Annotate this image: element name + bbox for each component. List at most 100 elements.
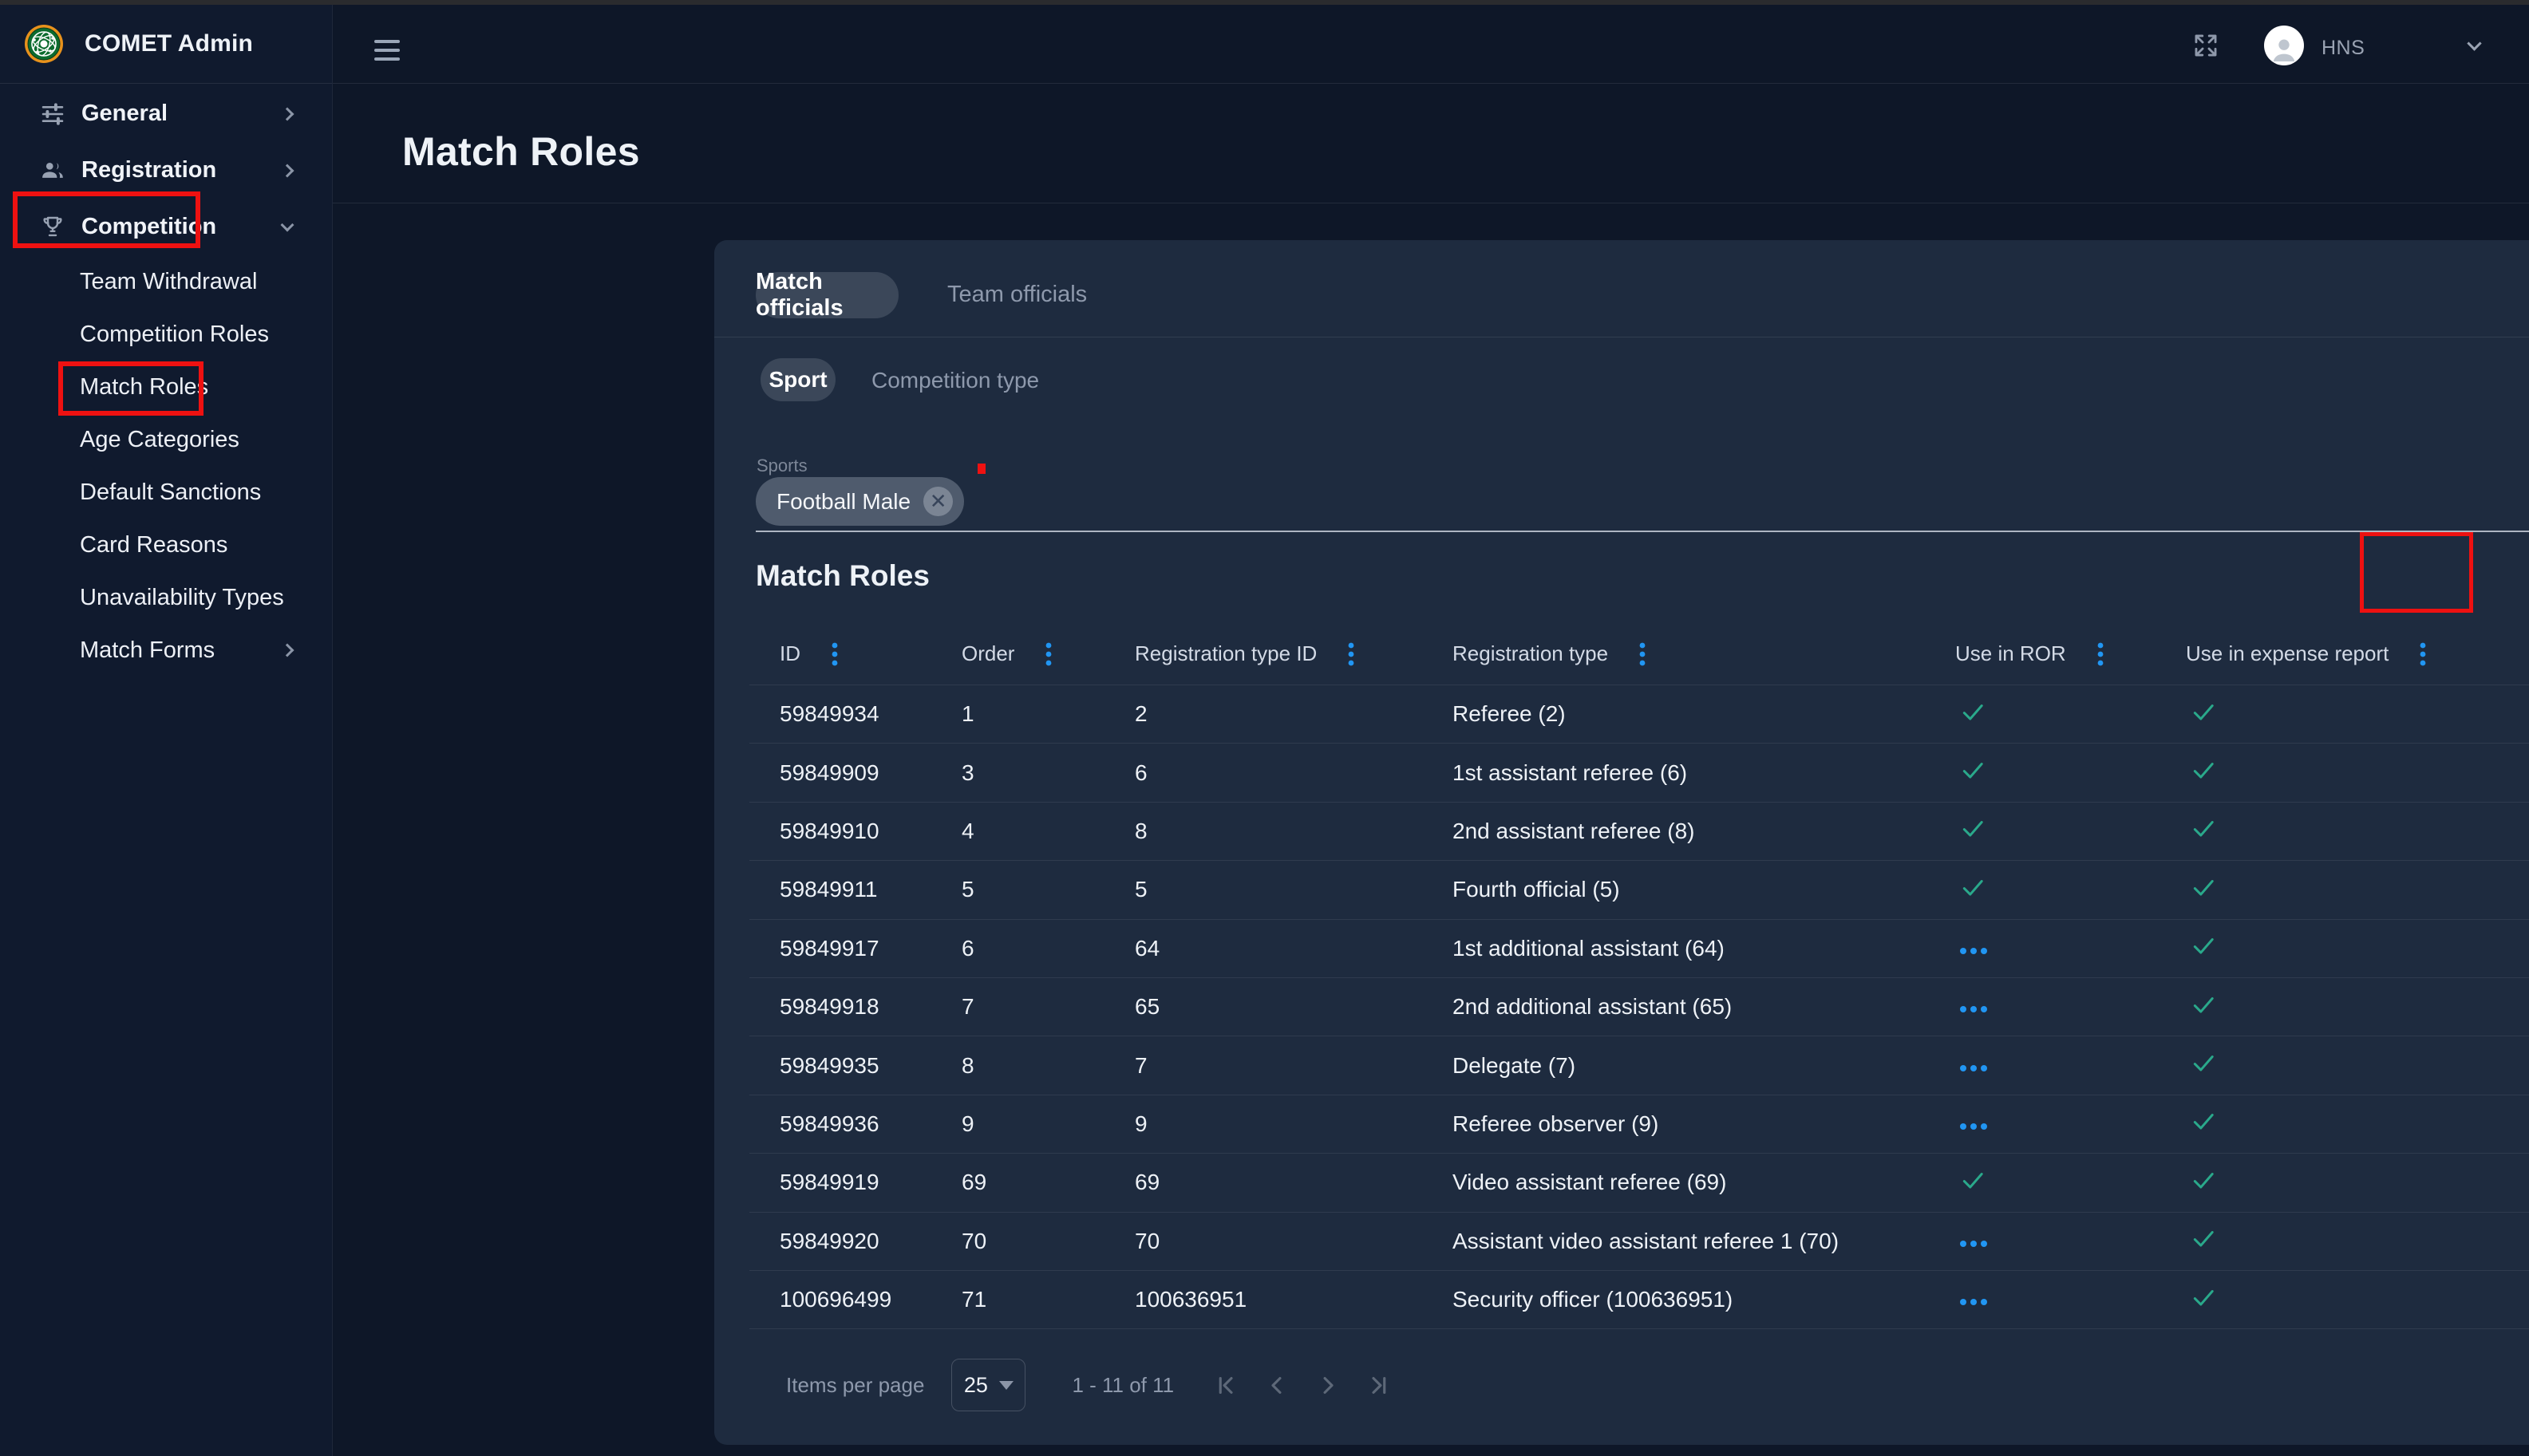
tab-team-officials[interactable]: Team officials (947, 282, 1087, 308)
column-menu-icon[interactable] (2096, 641, 2104, 667)
cell-order: 5 (962, 877, 1135, 902)
column-header-use-in-expense-report: Use in expense report (2186, 641, 2529, 667)
column-header-registration-type: Registration type (1452, 641, 1955, 667)
sidebar-item-card-reasons[interactable]: Card Reasons (0, 519, 332, 571)
sidebar-nav: General Registration Comp (0, 84, 332, 677)
check-icon[interactable] (2191, 1284, 2216, 1310)
table-row: 100696499 71 100636951 Security officer … (749, 1271, 2529, 1329)
fullscreen-icon[interactable] (2192, 32, 2219, 59)
avatar[interactable] (2264, 26, 2304, 65)
cell-use-in-expense-report (2186, 992, 2529, 1023)
indeterminate-dots-icon[interactable] (1958, 1297, 1989, 1307)
trophy-icon (38, 213, 67, 242)
column-menu-icon[interactable] (1638, 641, 1646, 667)
table-row: 59849920 70 70 Assistant video assistant… (749, 1213, 2529, 1271)
cell-id: 59849935 (780, 1053, 962, 1079)
check-icon[interactable] (1960, 1167, 1986, 1193)
chevron-down-icon (281, 219, 294, 232)
column-header-registration-type-id: Registration type ID (1135, 641, 1452, 667)
sidebar-item-label: Team Withdrawal (80, 269, 257, 295)
sidebar-item-label: Match Forms (80, 637, 215, 664)
comet-logo-icon (24, 24, 64, 64)
cell-registration-type: 1st assistant referee (6) (1452, 760, 1955, 786)
indeterminate-dots-icon[interactable] (1958, 1239, 1989, 1249)
sidebar-item-label: Unavailability Types (80, 585, 284, 611)
indeterminate-dots-icon[interactable] (1958, 946, 1989, 956)
check-icon[interactable] (1960, 815, 1986, 841)
sidebar-item-team-withdrawal[interactable]: Team Withdrawal (0, 255, 332, 308)
menu-toggle-button[interactable] (374, 40, 400, 66)
first-page-button[interactable] (1214, 1372, 1240, 1399)
check-icon[interactable] (1960, 757, 1986, 783)
cell-use-in-ror (1955, 936, 2186, 961)
check-icon[interactable] (2191, 757, 2216, 783)
cell-use-in-ror (1955, 874, 2186, 906)
comet-admin-screen: COMET Admin General Registration (0, 0, 2529, 1456)
check-icon[interactable] (1960, 874, 1986, 900)
column-menu-icon[interactable] (831, 641, 839, 667)
cell-registration-type: 2nd assistant referee (8) (1452, 819, 1955, 844)
cell-order: 1 (962, 701, 1135, 727)
check-icon[interactable] (2191, 874, 2216, 900)
column-menu-icon[interactable] (1045, 641, 1053, 667)
sidebar-item-label: Match Roles (80, 374, 208, 400)
person-icon (2268, 34, 2300, 65)
column-menu-icon[interactable] (2419, 641, 2427, 667)
check-icon[interactable] (1960, 699, 1986, 724)
tab-match-officials[interactable]: Match officials (756, 272, 899, 318)
user-menu-chevron-icon[interactable] (2467, 36, 2481, 50)
cell-use-in-ror (1955, 757, 2186, 788)
filter-tab-competition-type[interactable]: Competition type (871, 368, 1039, 393)
sidebar-item-general[interactable]: General (0, 85, 332, 142)
close-circle-icon[interactable]: ✕ (923, 487, 953, 516)
page-size-select[interactable]: 25 (951, 1359, 1025, 1411)
check-icon[interactable] (2191, 699, 2216, 724)
cell-registration-type-id: 6 (1135, 760, 1452, 786)
check-icon[interactable] (2191, 992, 2216, 1017)
sidebar-item-match-forms[interactable]: Match Forms (0, 624, 332, 677)
indeterminate-dots-icon[interactable] (1958, 1004, 1989, 1014)
table-row: 59849917 6 64 1st additional assistant (… (749, 920, 2529, 978)
chevron-right-icon (281, 644, 294, 657)
cell-id: 59849920 (780, 1229, 962, 1254)
check-icon[interactable] (2191, 1050, 2216, 1075)
filter-tab-sport[interactable]: Sport (761, 358, 836, 401)
last-page-button[interactable] (1365, 1372, 1391, 1399)
check-icon[interactable] (2191, 933, 2216, 958)
check-icon[interactable] (2191, 1108, 2216, 1134)
indeterminate-dots-icon[interactable] (1958, 1122, 1989, 1131)
sport-chip-football-male[interactable]: Football Male ✕ (756, 477, 964, 526)
check-icon[interactable] (2191, 1225, 2216, 1251)
indeterminate-dots-icon[interactable] (1958, 1063, 1989, 1073)
previous-page-button[interactable] (1264, 1372, 1290, 1399)
sidebar-item-age-categories[interactable]: Age Categories (0, 413, 332, 466)
sidebar-item-label: Default Sanctions (80, 479, 261, 506)
column-menu-icon[interactable] (1347, 641, 1355, 667)
sidebar-item-default-sanctions[interactable]: Default Sanctions (0, 466, 332, 519)
sidebar-item-unavailability-types[interactable]: Unavailability Types (0, 571, 332, 624)
sidebar-item-competition-roles[interactable]: Competition Roles (0, 308, 332, 361)
topbar: HNS (333, 5, 2529, 84)
next-page-button[interactable] (1314, 1372, 1341, 1399)
cell-registration-type: Delegate (7) (1452, 1053, 1955, 1079)
cell-use-in-ror (1955, 1229, 2186, 1254)
main-area: HNS Match Roles Match officials Team off… (333, 5, 2529, 1456)
people-icon (38, 156, 67, 185)
sidebar-item-competition[interactable]: Competition (0, 199, 332, 255)
cell-order: 3 (962, 760, 1135, 786)
brand: COMET Admin (0, 5, 332, 84)
cell-registration-type-id: 100636951 (1135, 1287, 1452, 1312)
items-per-page-label: Items per page (786, 1373, 924, 1398)
sidebar-item-label: Competition Roles (80, 322, 269, 348)
chevron-right-icon (281, 107, 294, 120)
cell-order: 7 (962, 994, 1135, 1020)
check-icon[interactable] (2191, 1167, 2216, 1193)
sidebar-item-registration[interactable]: Registration (0, 142, 332, 199)
check-icon[interactable] (2191, 815, 2216, 841)
sports-field-label: Sports (757, 456, 808, 476)
table-row: 59849911 5 5 Fourth official (5) (749, 861, 2529, 919)
cell-registration-type-id: 7 (1135, 1053, 1452, 1079)
sidebar-item-label: Competition (81, 214, 216, 240)
cell-registration-type-id: 70 (1135, 1229, 1452, 1254)
sidebar-item-match-roles[interactable]: Match Roles (0, 361, 332, 413)
